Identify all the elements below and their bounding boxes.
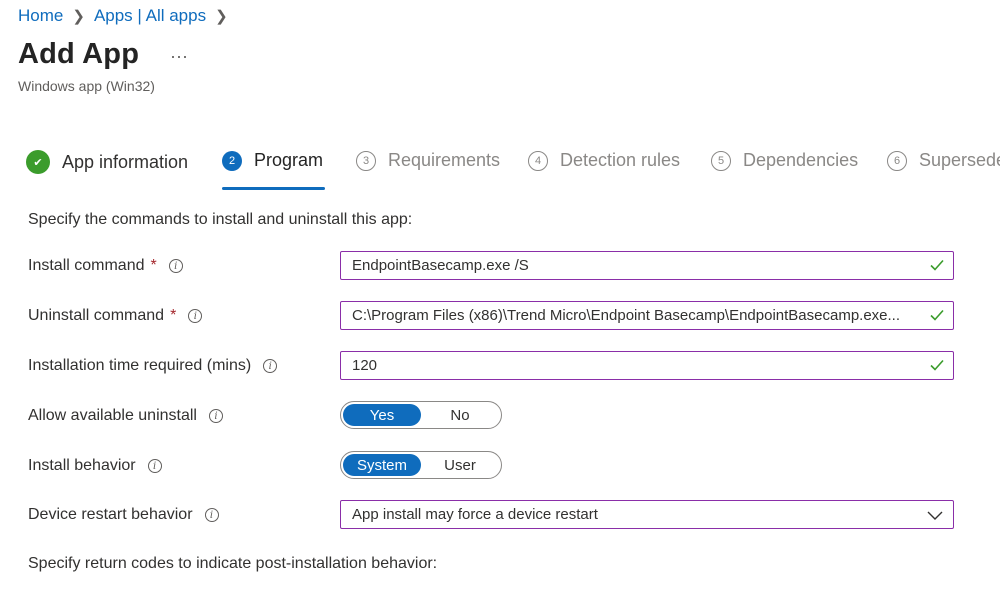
info-icon[interactable]: i	[147, 459, 162, 473]
valid-check-icon	[930, 259, 944, 271]
breadcrumb-separator-icon: ❯	[72, 8, 85, 25]
restart-behavior-dropdown[interactable]: App install may force a device restart	[340, 500, 954, 529]
allow-uninstall-toggle[interactable]: Yes No	[340, 401, 502, 429]
label-text: Install command	[28, 257, 145, 274]
step-detection-rules[interactable]: 4 Detection rules	[528, 150, 680, 171]
step-label: Program	[254, 150, 324, 170]
chevron-down-icon	[927, 511, 943, 520]
allow-uninstall-label: Allow available uninstall i	[28, 407, 223, 425]
breadcrumb-home-link[interactable]: Home	[18, 6, 63, 26]
toggle-option-user[interactable]: User	[421, 454, 499, 476]
breadcrumb-apps-link[interactable]: Apps | All apps	[94, 6, 206, 26]
breadcrumb-separator-icon: ❯	[215, 8, 228, 25]
step-label: Detection rules	[560, 150, 681, 170]
step-requirements[interactable]: 3 Requirements	[356, 150, 500, 171]
toggle-option-system[interactable]: System	[343, 454, 421, 476]
install-behavior-toggle[interactable]: System User	[340, 451, 502, 479]
step-supersedence[interactable]: 6 Supersedence	[887, 150, 1000, 171]
installation-time-input[interactable]: 120	[340, 351, 954, 380]
checkmark-icon: ✔	[26, 150, 50, 174]
breadcrumb: Home ❯ Apps | All apps ❯	[18, 6, 237, 26]
return-codes-intro: Specify return codes to indicate post-in…	[28, 555, 438, 572]
required-marker: *	[150, 257, 157, 274]
step-dependencies[interactable]: 5 Dependencies	[711, 150, 858, 171]
step-label: Dependencies	[743, 150, 859, 170]
step-number-icon: 5	[711, 150, 731, 171]
step-label: App information	[62, 151, 189, 172]
uninstall-command-input[interactable]: C:\Program Files (x86)\Trend Micro\Endpo…	[340, 301, 954, 330]
field-value: C:\Program Files (x86)\Trend Micro\Endpo…	[352, 307, 901, 324]
info-icon[interactable]: i	[188, 309, 203, 323]
active-step-indicator	[222, 187, 325, 190]
toggle-option-no[interactable]: No	[421, 404, 499, 426]
info-icon[interactable]: i	[263, 359, 278, 373]
installation-time-label: Installation time required (mins) i	[28, 357, 278, 375]
dropdown-value: App install may force a device restart	[352, 506, 598, 523]
install-command-input[interactable]: EndpointBasecamp.exe /S	[340, 251, 954, 280]
uninstall-command-label: Uninstall command * i	[28, 307, 203, 325]
label-text: Device restart behavior	[28, 506, 193, 523]
step-number-icon: 2	[222, 150, 242, 171]
label-text: Install behavior	[28, 457, 136, 474]
toggle-option-yes[interactable]: Yes	[343, 404, 421, 426]
install-behavior-label: Install behavior i	[28, 457, 162, 475]
more-options-icon[interactable]: ···	[170, 46, 188, 67]
label-text: Installation time required (mins)	[28, 357, 252, 374]
valid-check-icon	[930, 359, 944, 371]
step-label: Requirements	[388, 150, 501, 170]
required-marker: *	[170, 307, 177, 324]
info-icon[interactable]: i	[168, 259, 183, 273]
step-label: Supersedence	[919, 150, 1000, 170]
step-app-information[interactable]: ✔ App information	[26, 150, 188, 174]
restart-behavior-label: Device restart behavior i	[28, 506, 219, 524]
install-command-label: Install command * i	[28, 257, 183, 275]
valid-check-icon	[930, 309, 944, 321]
label-text: Allow available uninstall	[28, 407, 197, 424]
step-program[interactable]: 2 Program	[222, 150, 323, 171]
info-icon[interactable]: i	[208, 409, 223, 423]
label-text: Uninstall command	[28, 307, 165, 324]
field-value: 120	[352, 357, 378, 374]
info-icon[interactable]: i	[204, 508, 219, 522]
step-number-icon: 6	[887, 150, 907, 171]
install-commands-intro: Specify the commands to install and unin…	[28, 211, 413, 228]
page-subtitle: Windows app (Win32)	[18, 78, 155, 94]
step-number-icon: 3	[356, 150, 376, 171]
step-number-icon: 4	[528, 150, 548, 171]
field-value: EndpointBasecamp.exe /S	[352, 257, 529, 274]
page-title: Add App	[18, 38, 140, 70]
